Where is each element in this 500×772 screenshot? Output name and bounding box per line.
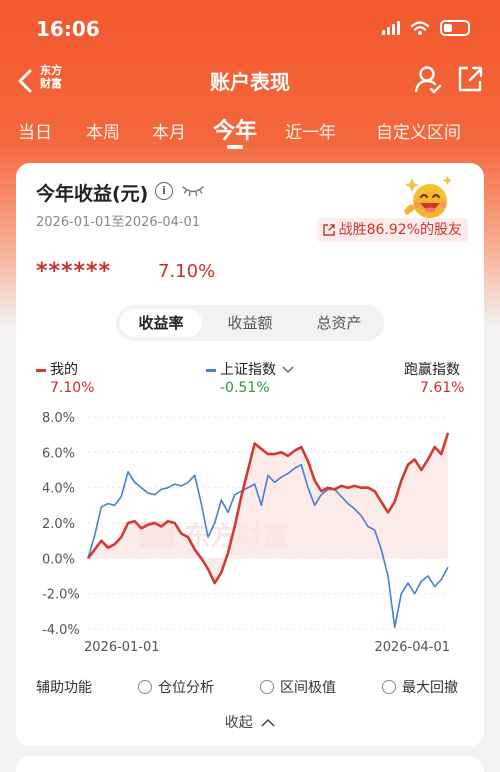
legend-index-label: 上证指数	[220, 362, 276, 378]
status-icons	[382, 20, 470, 36]
legend-mine-label: 我的	[50, 362, 78, 378]
legend-mine-value: 7.10%	[50, 380, 95, 396]
card-title: 今年收益(元)	[36, 183, 149, 205]
y-tick-label: 2.0%	[42, 517, 75, 532]
share-small-icon	[322, 224, 335, 236]
period-tabs: 当日 本周 本月 今年 近一年 自定义区间	[0, 112, 500, 152]
y-tick-label: -4.0%	[42, 623, 80, 638]
x-tick-label: 2026-04-01	[374, 640, 450, 655]
status-bar: 16:06	[0, 0, 500, 56]
active-tab-indicator	[227, 145, 243, 149]
legend-index-value: -0.51%	[220, 380, 270, 396]
aux-option-label: 仓位分析	[158, 680, 214, 696]
tab-last-year[interactable]: 近一年	[285, 118, 336, 143]
x-axis-ticks: 2026-01-01 2026-04-01	[84, 640, 450, 655]
aux-option-range-extremes[interactable]: 区间极值	[260, 677, 336, 697]
next-card-peek	[16, 756, 484, 772]
date-range: 2026-01-01至2026-04-01	[36, 215, 201, 230]
info-icon[interactable]: i	[155, 182, 173, 200]
legend-mine-swatch	[36, 368, 46, 372]
legend-mine: 我的	[36, 359, 78, 379]
share-icon[interactable]	[456, 64, 484, 94]
segment-return-rate[interactable]: 收益率	[120, 309, 202, 337]
x-tick-label: 2026-01-01	[84, 640, 160, 655]
tab-this-month[interactable]: 本月	[152, 118, 186, 143]
tab-today[interactable]: 当日	[18, 118, 52, 143]
y-tick-label: -2.0%	[42, 588, 80, 603]
radio-icon	[260, 680, 274, 694]
aux-option-max-drawdown[interactable]: 最大回撤	[382, 677, 458, 697]
collapse-label: 收起	[224, 715, 253, 731]
return-line-chart[interactable]: 8.0%6.0%4.0%2.0%0.0%-2.0%-4.0% 东方财富 2026…	[16, 403, 484, 663]
happy-face-mascot-icon	[404, 176, 452, 218]
aux-label: 辅助功能	[36, 680, 92, 696]
aux-functions: 辅助功能 仓位分析 区间极值 最大回撤	[36, 675, 476, 699]
return-percentage: 7.10%	[158, 261, 216, 282]
aux-option-label: 区间极值	[280, 680, 336, 696]
radio-icon	[138, 680, 152, 694]
mine-area-fill	[88, 432, 448, 584]
user-profile-icon[interactable]	[414, 64, 442, 94]
metric-segmented-control: 收益率 收益额 总资产	[116, 305, 384, 341]
aux-option-position-analysis[interactable]: 仓位分析	[138, 677, 214, 697]
legend-benchmark-label: 跑赢指数	[404, 362, 460, 378]
tab-custom-range[interactable]: 自定义区间	[376, 118, 461, 143]
wifi-icon	[410, 21, 430, 35]
segment-total-assets[interactable]: 总资产	[298, 309, 380, 337]
status-time: 16:06	[36, 17, 100, 41]
tab-this-week[interactable]: 本周	[86, 118, 120, 143]
legend-benchmark-value: 7.61%	[420, 380, 465, 396]
chevron-up-icon	[261, 718, 275, 727]
nav-bar: 东方 财富 账户表现	[0, 56, 500, 104]
hide-amount-eye-icon[interactable]	[182, 184, 204, 198]
radio-icon	[382, 680, 396, 694]
legend-index[interactable]: 上证指数	[206, 359, 294, 379]
y-tick-label: 0.0%	[42, 552, 75, 567]
y-tick-label: 6.0%	[42, 446, 75, 461]
segment-return-amount[interactable]: 收益额	[208, 309, 292, 337]
signal-icon	[382, 21, 400, 35]
beat-percentile-badge[interactable]: 战胜86.92%的股友	[316, 218, 468, 242]
aux-option-label: 最大回撤	[402, 680, 458, 696]
battery-icon	[440, 20, 470, 36]
y-tick-label: 8.0%	[42, 411, 75, 426]
collapse-button[interactable]: 收起	[16, 712, 484, 732]
y-axis-ticks: 8.0% 6.0% 4.0% 2.0% 0.0% -2.0% -4.0%	[42, 411, 80, 638]
chevron-down-icon	[282, 366, 294, 373]
legend-index-swatch	[206, 368, 216, 372]
yearly-return-card: 今年收益(元) i 2026-01-01至2026-04-01 战胜86.92%…	[16, 163, 484, 746]
beat-percentile-text: 战胜86.92%的股友	[338, 222, 462, 238]
masked-return-amount: ******	[36, 259, 112, 284]
tab-this-year[interactable]: 今年	[213, 113, 257, 145]
y-tick-label: 4.0%	[42, 482, 75, 497]
